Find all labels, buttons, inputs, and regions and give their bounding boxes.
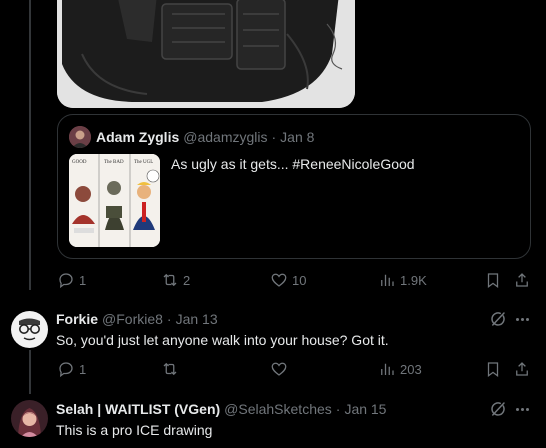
views-button[interactable]: 1.9K [378,270,427,290]
separator-dot: · [335,401,341,417]
thumbnail-label-good: GOOD [72,160,87,165]
repost-icon [163,273,177,287]
quoted-tweet-image[interactable]: GOOD The BAD The UGL [69,154,160,247]
bookmark-icon [487,362,499,378]
views-count: 1.9K [400,272,427,288]
thread-line [29,350,31,394]
bookmark-button[interactable] [484,270,502,290]
views-button[interactable]: 203 [378,359,422,379]
views-icon [381,363,394,375]
heart-icon [271,273,287,287]
grok-icon[interactable] [489,400,507,418]
reply-icon [59,362,73,378]
reply-author-handle[interactable]: @Forkie8 [102,311,163,327]
avatar[interactable] [11,311,48,348]
heart-icon [271,362,287,376]
reply-icon [59,273,73,289]
reply-button[interactable]: 1 [57,359,86,379]
reply-button[interactable]: 1 [57,270,86,290]
reply-author-name[interactable]: Forkie [56,311,98,327]
reply-text: This is a pro ICE drawing [56,422,213,438]
more-options-icon[interactable] [513,400,531,418]
thumbnail-label-bad: The BAD [104,160,124,165]
quoted-tweet-card[interactable]: Adam Zyglis @adamzyglis · Jan 8 GOOD The… [57,114,531,259]
separator-dot: · [271,129,277,145]
quoted-tweet-header: Adam Zyglis @adamzyglis · Jan 8 [69,126,314,148]
reply-text: So, you'd just let anyone walk into your… [56,332,389,348]
like-button[interactable]: 10 [270,270,306,290]
thread-line [29,0,31,290]
post-image[interactable] [57,0,355,108]
quoted-author-name[interactable]: Adam Zyglis [96,129,179,145]
reply-header: Forkie @Forkie8 · Jan 13 [56,311,218,327]
reply-count: 1 [79,272,87,288]
share-button[interactable] [513,270,531,290]
reply-author-name[interactable]: Selah | WAITLIST (VGen) [56,401,220,417]
quoted-tweet-date[interactable]: Jan 8 [280,129,314,145]
share-button[interactable] [513,359,531,379]
reply-date[interactable]: Jan 15 [344,401,386,417]
avatar[interactable] [11,400,48,437]
like-button[interactable] [270,359,292,379]
repost-button[interactable] [161,359,183,379]
quoted-tweet-text: As ugly as it gets... #ReneeNicoleGood [171,156,415,172]
repost-button[interactable]: 2 [161,270,190,290]
grok-icon[interactable] [489,310,507,328]
like-count: 10 [292,272,307,288]
reply-author-handle[interactable]: @SelahSketches [224,401,332,417]
views-icon [381,274,394,286]
views-count: 203 [400,361,422,377]
reply-header: Selah | WAITLIST (VGen) @SelahSketches ·… [56,401,386,417]
avatar[interactable] [69,126,91,148]
separator-dot: · [166,311,172,327]
more-options-icon[interactable] [513,310,531,328]
post-action-bar: 1 2 10 1.9K [57,270,535,290]
repost-count: 2 [183,272,191,288]
share-icon [516,273,528,287]
thumbnail-label-ugly: The UGL [134,160,153,165]
share-icon [516,362,528,376]
reply-date[interactable]: Jan 13 [176,311,218,327]
bookmark-icon [487,273,499,289]
quoted-author-handle[interactable]: @adamzyglis [183,129,267,145]
reply-count: 1 [79,361,87,377]
repost-icon [163,362,177,376]
reply-action-bar: 1 203 [57,359,535,379]
bookmark-button[interactable] [484,359,502,379]
